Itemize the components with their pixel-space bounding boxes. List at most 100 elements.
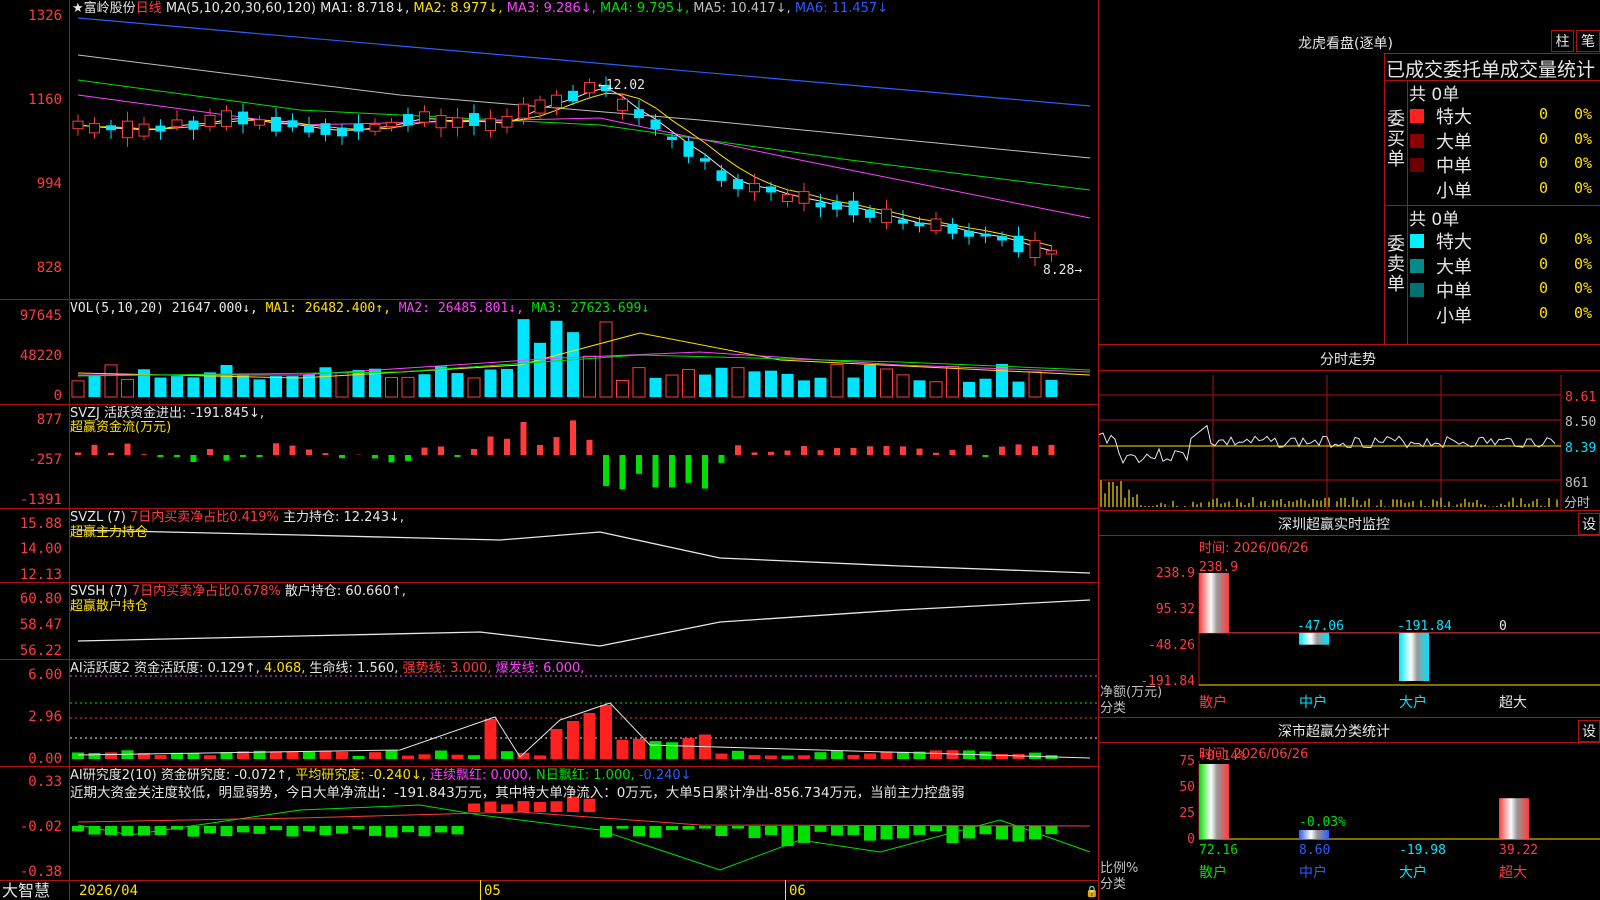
tick-mode-button[interactable]: 笔 (1576, 30, 1600, 52)
candle-body-up (419, 111, 430, 123)
volume-bar (171, 376, 183, 397)
svzj-bar (405, 455, 411, 461)
classify-value-label: -19.98 (1399, 843, 1446, 858)
ai1-bar (600, 705, 612, 759)
vol-ma1: MA1: 26482.400↑, (265, 301, 391, 316)
stock-name[interactable]: 富岭股份 (84, 1, 136, 16)
svzj-bar (91, 444, 98, 455)
period-label[interactable]: 日线 (136, 1, 162, 16)
lock-icon[interactable]: 🔒 (1085, 884, 1099, 899)
ai1-bar (715, 753, 728, 759)
ai1-bar (319, 750, 332, 759)
ai1-bar (781, 755, 794, 759)
ai2-bar (517, 801, 530, 812)
ai1-bar (105, 752, 117, 759)
vol-value: 21647.000↓, (171, 301, 258, 316)
sell-row-name: 中单 (1436, 281, 1472, 302)
ai2-bar (352, 826, 365, 830)
ai2-bar (682, 826, 695, 830)
svsh-subtitle: 超赢散户持仓 (70, 599, 149, 614)
buy-row-volume: 0 (1539, 178, 1549, 197)
candle-body-up (584, 82, 595, 94)
ma4-value: MA4: 9.795↓, (599, 1, 690, 16)
volume-bar (286, 376, 299, 397)
ai2-bar (418, 826, 431, 837)
candle-body-up (138, 123, 150, 137)
date-label-may: 05 (484, 883, 501, 899)
ai1-bar (154, 755, 167, 759)
volume-bar (798, 380, 810, 397)
candle-body-down (337, 127, 347, 137)
svzj-bar (1048, 444, 1055, 455)
ai1-bar (270, 752, 282, 759)
volume-bar (913, 380, 926, 397)
volume-bar (71, 380, 85, 398)
ai2-bar (715, 826, 728, 836)
buy-row-name: 小单 (1436, 180, 1472, 202)
volume-bar (501, 368, 513, 397)
svzj-bar (636, 455, 642, 474)
ai1-bar (930, 750, 942, 759)
candle-body-down (469, 113, 479, 126)
svzj-bar (685, 455, 692, 483)
ai2-header: AI研究度2(10) 资金研究度: -0.072↑, 平均研究度: -0.240… (70, 768, 692, 783)
candle-body-down (155, 125, 166, 132)
candle-body-up (617, 98, 628, 112)
monitor-xlabel: 分类 (1100, 701, 1127, 716)
fenshi-chart[interactable] (1099, 370, 1600, 510)
svzj-header: SVZJ 活跃资金进出: -191.845↓, (70, 406, 265, 421)
sell-row-percent: 0% (1574, 230, 1593, 248)
ai1-bar (501, 751, 513, 759)
candle-body-up (782, 194, 793, 202)
lhb-rule-left (1384, 53, 1385, 344)
ai2-bar (220, 826, 233, 837)
volume-bar (88, 375, 101, 397)
svzj-bar (504, 438, 510, 455)
bar-mode-button[interactable]: 柱 (1551, 30, 1574, 52)
svzj-bar (817, 450, 824, 455)
classify-bar-散户 (1199, 763, 1229, 839)
volume-bar (418, 374, 431, 397)
cls-axis-label: 25 (1179, 806, 1195, 821)
ai1-bar (385, 750, 398, 759)
ai2-bar (336, 826, 348, 834)
candle-body-down (353, 123, 364, 132)
volume-bar (1028, 371, 1042, 398)
ai1-bar (616, 739, 629, 759)
svzj-bar (157, 455, 164, 458)
fs-rule-top (1099, 344, 1600, 345)
ma6-value: MA6: 11.457↓ (794, 1, 889, 16)
candle-body-down (947, 223, 958, 234)
brand-logo[interactable]: 大智慧 (2, 882, 50, 900)
ai1-bar (550, 729, 563, 759)
candle-body-down (683, 141, 694, 157)
lhb-rule-top (1384, 53, 1600, 54)
monitor-value-label: -47.06 (1297, 619, 1344, 634)
svzj-bar (256, 455, 263, 458)
candle-body-up (485, 118, 496, 132)
volume-bar (517, 319, 530, 397)
classify-settings-button[interactable]: 设 (1578, 720, 1600, 742)
candle-body-down (304, 125, 314, 133)
monitor-settings-button[interactable]: 设 (1578, 513, 1600, 535)
svzj-bar (223, 455, 230, 461)
svzj-bar (850, 447, 857, 455)
volume-bar (1012, 381, 1025, 397)
candle-body-down (898, 219, 908, 224)
favorite-star-icon[interactable]: ★ (72, 1, 84, 16)
monitor-chart: 238.995.32-48.26-191.84238.9散户-47.06中户-1… (1140, 560, 1600, 711)
ai2-bar (979, 826, 992, 835)
classify-bar-中户 (1299, 830, 1329, 839)
mon-axis-label: 238.9 (1156, 566, 1195, 581)
sell-row-percent: 0% (1574, 303, 1593, 322)
svzj-bar (174, 455, 180, 457)
kline-chart-canvas[interactable] (0, 0, 1098, 900)
ai1-bar (649, 741, 662, 759)
ai2-bar (319, 826, 332, 836)
ai2-bar (748, 826, 761, 839)
ai2-bar (616, 826, 629, 829)
svzj-bar (306, 449, 312, 455)
ai2-bar (385, 826, 398, 838)
monitor-category-label: 超大 (1499, 695, 1527, 711)
candle-body-up (254, 119, 265, 126)
